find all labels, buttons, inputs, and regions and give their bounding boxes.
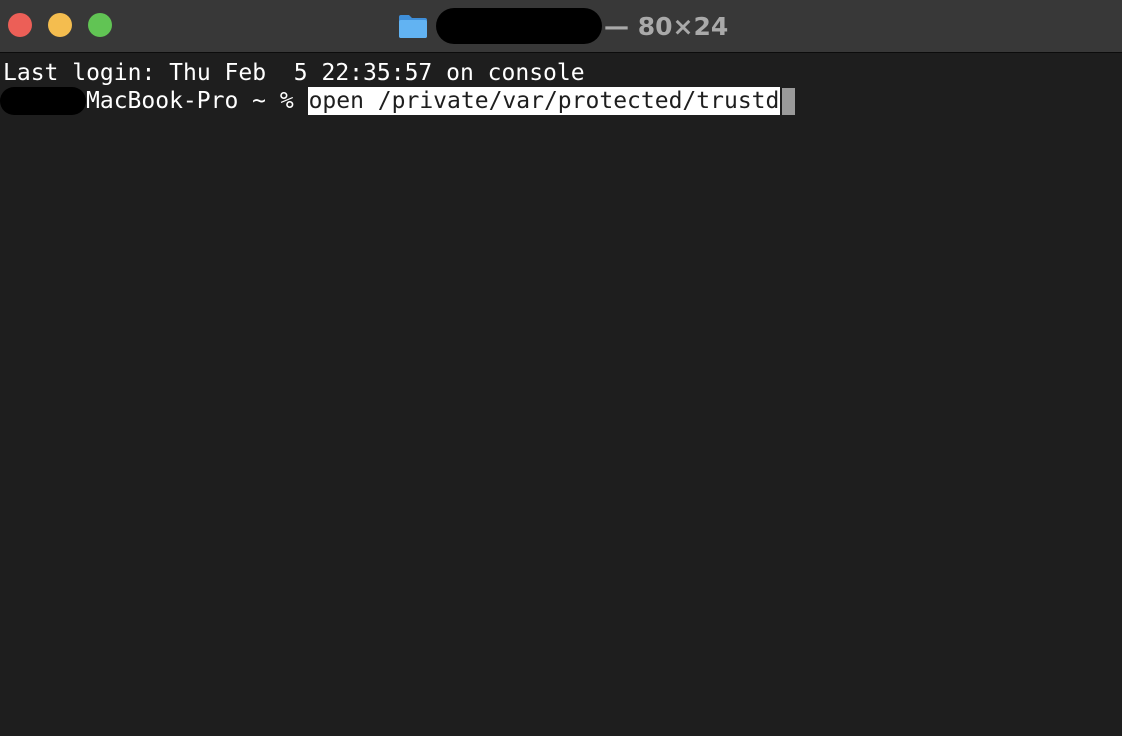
text-cursor (782, 87, 796, 115)
command-text[interactable]: open /private/var/protected/trustd (307, 87, 781, 115)
title-dimensions: — 80×24 (604, 11, 729, 41)
redacted-username (0, 87, 86, 115)
prompt-line[interactable]: MacBook-Pro ~ % open /private/var/protec… (0, 87, 796, 115)
last-login-line: Last login: Thu Feb 5 22:35:57 on consol… (3, 60, 585, 86)
window-title: — 80×24 (398, 7, 728, 45)
terminal-window: — 80×24 Last login: Thu Feb 5 22:35:57 o… (0, 0, 1122, 736)
terminal-output[interactable]: Last login: Thu Feb 5 22:35:57 on consol… (0, 54, 1122, 736)
title-bar[interactable]: — 80×24 (0, 0, 1122, 53)
folder-icon (398, 13, 428, 39)
minimize-button[interactable] (48, 13, 72, 37)
zoom-button[interactable] (88, 13, 112, 37)
close-button[interactable] (8, 13, 32, 37)
redacted-title-name (436, 8, 602, 44)
prompt-text: MacBook-Pro ~ % (86, 88, 308, 114)
